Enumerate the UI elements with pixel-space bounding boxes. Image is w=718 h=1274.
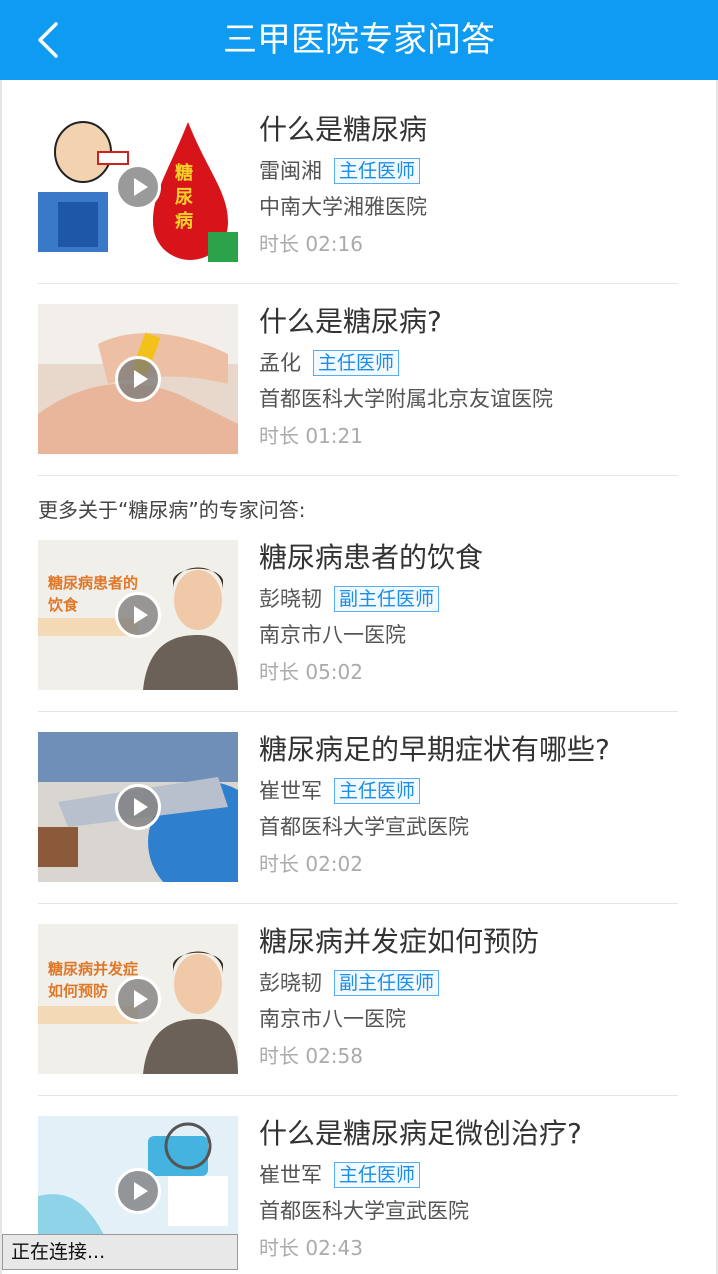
doctor-rank-badge: 主任医师 [313,349,400,376]
doctor-row: 雷闽湘 主任医师 [259,152,678,188]
hospital-name: 首都医科大学宣武医院 [259,815,469,839]
doctor-name: 崔世军 [259,778,322,803]
doctor-row: 孟化 主任医师 [259,344,678,380]
video-duration: 时长 02:16 [259,232,363,256]
play-icon[interactable] [115,356,161,402]
video-info: 糖尿病足的早期症状有哪些? 崔世军 主任医师 首都医科大学宣武医院 时长 02:0… [259,730,678,882]
doctor-rank-badge: 副主任医师 [334,585,440,612]
video-item[interactable]: 糖尿病患者的 饮食 糖尿病患者的饮食 彭晓韧 副主任医师 南京市八一医院 时长 0… [38,520,678,712]
video-duration: 时长 02:58 [259,1044,363,1068]
page-title: 三甲医院专家问答 [223,20,495,60]
video-title: 什么是糖尿病? [259,305,442,338]
video-item[interactable]: 糖尿病并发症 如何预防 糖尿病并发症如何预防 彭晓韧 副主任医师 南京市八一医院 … [38,904,678,1096]
doctor-row: 崔世军 主任医师 [259,1156,678,1192]
video-duration: 时长 02:02 [259,852,363,876]
browser-status-bar: 正在连接... [2,1234,238,1270]
play-icon[interactable] [115,1168,161,1214]
video-info: 糖尿病并发症如何预防 彭晓韧 副主任医师 南京市八一医院 时长 02:58 [259,922,678,1074]
video-info: 糖尿病患者的饮食 彭晓韧 副主任医师 南京市八一医院 时长 05:02 [259,538,678,690]
video-title: 什么是糖尿病足微创治疗? [259,1117,582,1150]
video-duration: 时长 02:43 [259,1236,363,1260]
video-list: 糖尿病 什么是糖尿病 雷闽湘 主任医师 中南大学湘雅医院 时长 02:16 什么是… [38,92,678,1274]
play-icon[interactable] [115,164,161,210]
play-icon[interactable] [115,976,161,1022]
video-item[interactable]: 什么是糖尿病? 孟化 主任医师 首都医科大学附属北京友谊医院 时长 01:21 [38,284,678,476]
doctor-name: 孟化 [259,350,301,375]
video-thumbnail[interactable]: 糖尿病患者的 饮食 [38,540,238,690]
video-info: 什么是糖尿病足微创治疗? 崔世军 主任医师 首都医科大学宣武医院 时长 02:43 [259,1114,678,1266]
doctor-rank-badge: 主任医师 [334,1161,421,1188]
app-header: 三甲医院专家问答 [0,0,718,80]
doctor-rank-badge: 主任医师 [334,157,421,184]
video-title: 糖尿病足的早期症状有哪些? [259,733,610,766]
video-thumbnail[interactable] [38,732,238,882]
video-duration: 时长 01:21 [259,424,363,448]
video-thumbnail[interactable]: 糖尿病 [38,112,238,262]
play-icon[interactable] [115,784,161,830]
doctor-rank-badge: 主任医师 [334,777,421,804]
video-item[interactable]: 糖尿病 什么是糖尿病 雷闽湘 主任医师 中南大学湘雅医院 时长 02:16 [38,92,678,284]
video-info: 什么是糖尿病 雷闽湘 主任医师 中南大学湘雅医院 时长 02:16 [259,110,678,262]
hospital-name: 南京市八一医院 [259,623,406,647]
video-item[interactable]: 糖尿病足的早期症状有哪些? 崔世军 主任医师 首都医科大学宣武医院 时长 02:0… [38,712,678,904]
hospital-name: 首都医科大学宣武医院 [259,1199,469,1223]
doctor-row: 崔世军 主任医师 [259,772,678,808]
video-thumbnail[interactable]: 糖尿病并发症 如何预防 [38,924,238,1074]
hospital-name: 中南大学湘雅医院 [259,195,427,219]
doctor-row: 彭晓韧 副主任医师 [259,580,678,616]
video-info: 什么是糖尿病? 孟化 主任医师 首都医科大学附属北京友谊医院 时长 01:21 [259,302,678,454]
hospital-name: 首都医科大学附属北京友谊医院 [259,387,553,411]
doctor-name: 彭晓韧 [259,970,322,995]
hospital-name: 南京市八一医院 [259,1007,406,1031]
video-title: 什么是糖尿病 [259,113,428,146]
doctor-name: 雷闽湘 [259,158,322,183]
doctor-rank-badge: 副主任医师 [334,969,440,996]
doctor-row: 彭晓韧 副主任医师 [259,964,678,1000]
video-title: 糖尿病患者的饮食 [259,541,484,574]
doctor-name: 彭晓韧 [259,586,322,611]
doctor-name: 崔世军 [259,1162,322,1187]
thumbnail-caption: 糖尿病 [175,163,193,232]
video-duration: 时长 05:02 [259,660,363,684]
video-title: 糖尿病并发症如何预防 [259,925,540,958]
video-thumbnail[interactable] [38,304,238,454]
play-icon[interactable] [115,592,161,638]
